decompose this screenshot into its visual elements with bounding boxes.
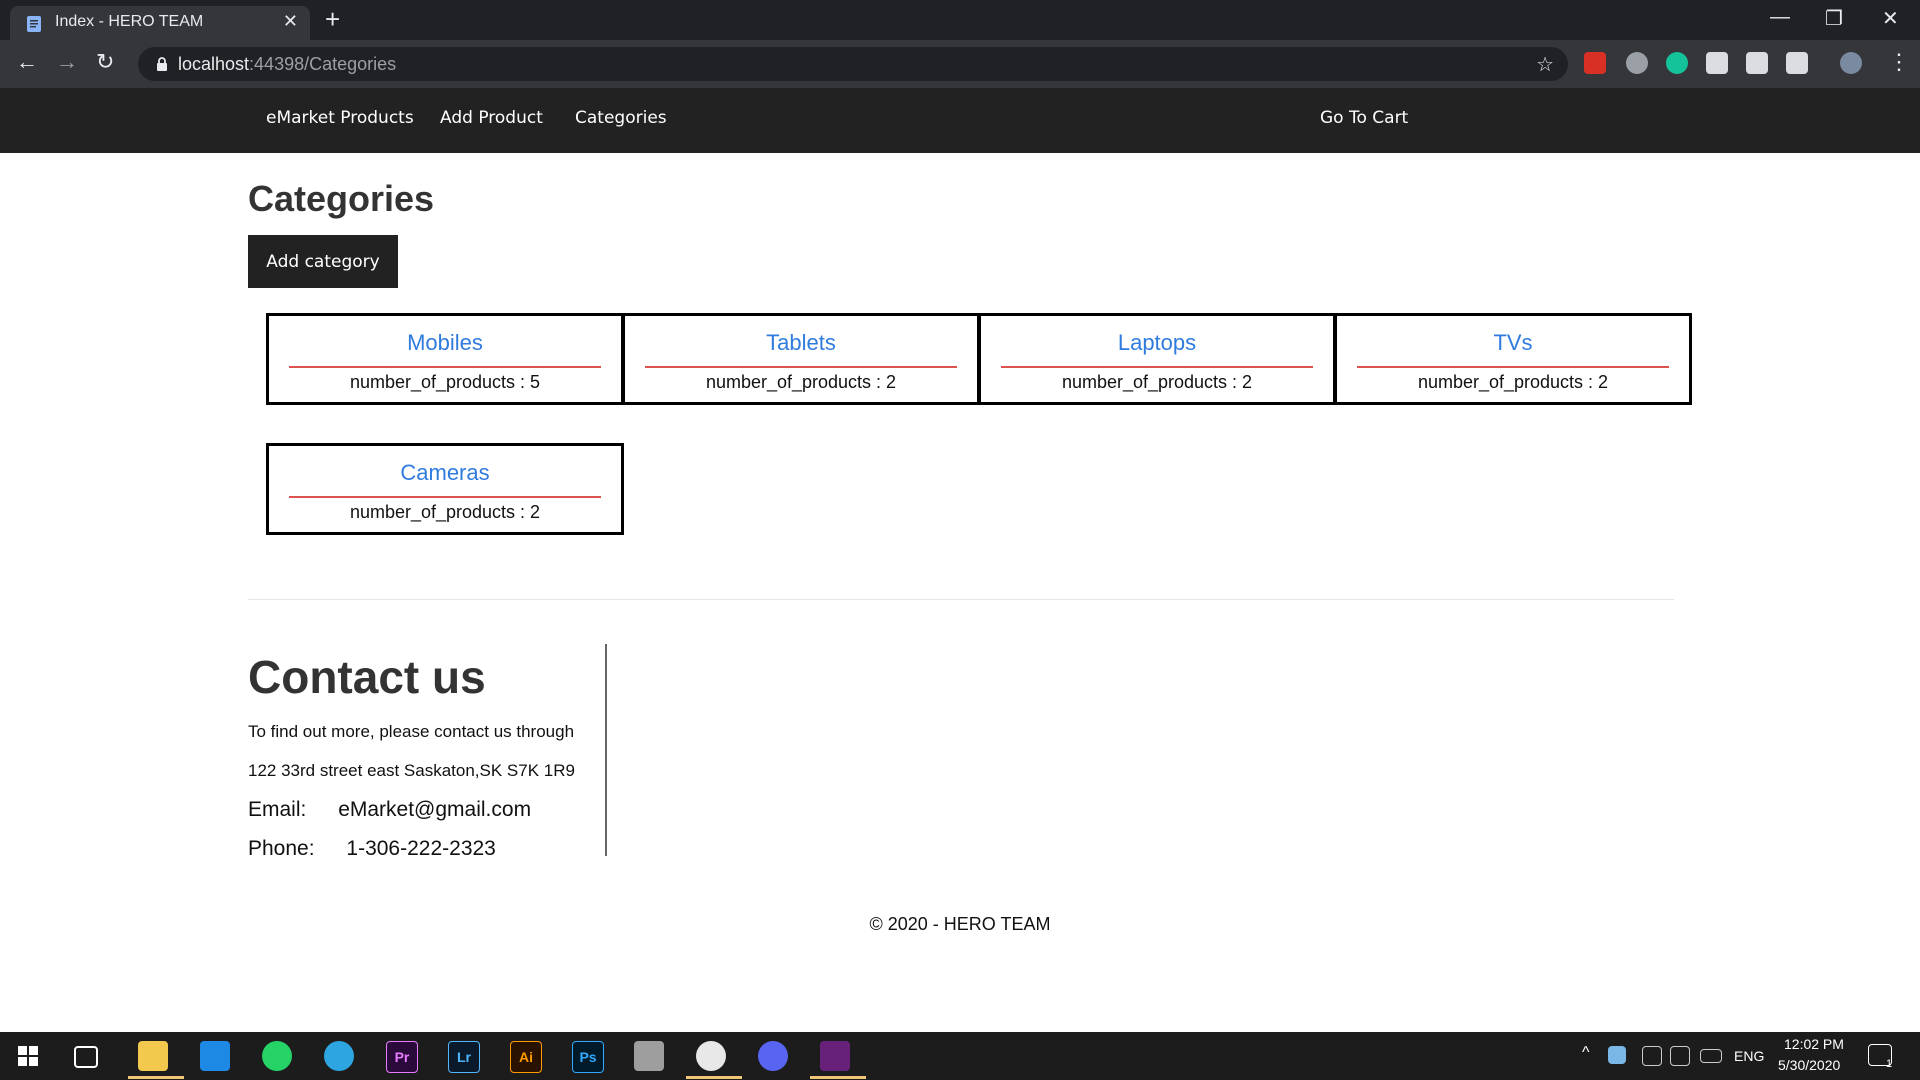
bookmark-star-icon[interactable]: ☆: [1536, 52, 1554, 77]
url-host: localhost: [178, 54, 250, 74]
clock-time[interactable]: 12:02 PM: [1784, 1036, 1844, 1052]
footer-copyright: © 2020 - HERO TEAM: [869, 914, 1051, 934]
app-shield-icon[interactable]: [634, 1041, 664, 1071]
window-close-icon[interactable]: ✕: [1882, 6, 1899, 31]
category-product-count: number_of_products : 2: [349, 502, 541, 522]
windows-start-icon[interactable]: [18, 1046, 38, 1066]
category-card-tvs[interactable]: TVs number_of_products : 2: [1334, 313, 1692, 405]
visual-studio-icon[interactable]: [820, 1041, 850, 1071]
active-indicator: [686, 1076, 742, 1079]
tray-chevron-icon[interactable]: ^: [1582, 1044, 1590, 1062]
profile-avatar[interactable]: [1840, 52, 1862, 74]
category-name[interactable]: Laptops: [981, 330, 1333, 356]
category-name[interactable]: Cameras: [269, 460, 621, 486]
extension-card-icon[interactable]: [1706, 52, 1728, 74]
category-name[interactable]: TVs: [1337, 330, 1689, 356]
new-tab-button[interactable]: +: [325, 5, 340, 33]
category-card-laptops[interactable]: Laptops number_of_products : 2: [978, 313, 1336, 405]
grammarly-icon[interactable]: [1666, 52, 1688, 74]
browser-tab[interactable]: Index - HERO TEAM ✕: [10, 6, 310, 40]
battery-icon[interactable]: [1700, 1049, 1722, 1063]
contact-intro: To find out more, please contact us thro…: [248, 722, 575, 741]
address-bar[interactable]: localhost:44398/Categories ☆: [138, 47, 1568, 81]
language-indicator[interactable]: ENG: [1734, 1048, 1764, 1064]
lightroom-icon[interactable]: Lr: [448, 1041, 480, 1073]
category-card-mobiles[interactable]: Mobiles number_of_products : 5: [266, 313, 624, 405]
illustrator-icon[interactable]: Ai: [510, 1041, 542, 1073]
file-explorer-icon[interactable]: [138, 1041, 168, 1071]
nav-go-to-cart[interactable]: Go To Cart: [1320, 108, 1408, 128]
camera-extension-icon[interactable]: [1746, 52, 1768, 74]
category-card-tablets[interactable]: Tablets number_of_products : 2: [622, 313, 980, 405]
category-product-count: number_of_products : 2: [1417, 372, 1609, 392]
tray-app-icon[interactable]: [1608, 1046, 1626, 1064]
task-view-icon[interactable]: [74, 1046, 98, 1068]
chrome-icon[interactable]: [696, 1041, 726, 1071]
category-divider: [289, 496, 601, 498]
category-product-count: number_of_products : 5: [349, 372, 541, 392]
browser-tabstrip: Index - HERO TEAM ✕ + — ❐ ✕: [0, 0, 1920, 40]
category-divider: [1357, 366, 1669, 368]
category-divider: [1001, 366, 1313, 368]
phone-label: Phone:: [248, 837, 315, 860]
contact-title: Contact us: [248, 651, 486, 703]
add-category-button[interactable]: Add category: [248, 235, 398, 288]
page-title: Categories: [248, 178, 435, 219]
category-name[interactable]: Mobiles: [269, 330, 621, 356]
contact-email-row: Email: eMarket@gmail.com: [248, 798, 531, 822]
tab-close-icon[interactable]: ✕: [283, 11, 298, 32]
email-value[interactable]: eMarket@gmail.com: [338, 798, 531, 821]
extension-chat-icon[interactable]: [1626, 52, 1648, 74]
whatsapp-icon[interactable]: [262, 1041, 292, 1071]
url-path: :44398/Categories: [249, 54, 397, 74]
back-icon[interactable]: ←: [16, 50, 38, 74]
contact-separator-line: [605, 644, 607, 856]
forward-icon[interactable]: →: [56, 50, 78, 74]
active-indicator: [810, 1076, 866, 1079]
category-divider: [289, 366, 601, 368]
reload-icon[interactable]: ↻: [96, 50, 114, 74]
extension-red-icon[interactable]: [1584, 52, 1606, 74]
phone-value: 1-306-222-2323: [346, 837, 496, 860]
browser-menu-icon[interactable]: ⋮: [1888, 50, 1910, 74]
category-divider: [645, 366, 957, 368]
page-icon: [27, 16, 41, 32]
category-product-count: number_of_products : 2: [705, 372, 897, 392]
contact-phone-row: Phone: 1-306-222-2323: [248, 837, 496, 861]
nav-add-product[interactable]: Add Product: [440, 108, 543, 128]
notification-count: 1: [1886, 1058, 1893, 1070]
browser-toolbar: ← → ↻ localhost:44398/Categories ☆ ⋮: [0, 40, 1920, 88]
url-text: localhost:44398/Categories: [178, 54, 396, 75]
active-indicator: [128, 1076, 184, 1079]
nav-emarket-products[interactable]: eMarket Products: [266, 108, 414, 128]
tab-title: Index - HERO TEAM: [55, 13, 204, 30]
site-navbar: eMarket Products Add Product Categories …: [0, 88, 1920, 153]
photoshop-icon[interactable]: Ps: [572, 1041, 604, 1073]
discord-icon[interactable]: [758, 1041, 788, 1071]
extension-bulb-icon[interactable]: [1786, 52, 1808, 74]
wifi-icon[interactable]: [1642, 1046, 1662, 1066]
category-product-count: number_of_products : 2: [1061, 372, 1253, 392]
category-name[interactable]: Tablets: [625, 330, 977, 356]
lock-icon: [157, 57, 167, 71]
email-label: Email:: [248, 798, 307, 821]
telegram-icon[interactable]: [324, 1041, 354, 1071]
content-divider: [248, 599, 1674, 600]
mail-icon[interactable]: [200, 1041, 230, 1071]
category-card-cameras[interactable]: Cameras number_of_products : 2: [266, 443, 624, 535]
contact-address: 122 33rd street east Saskaton,SK S7K 1R9: [248, 761, 575, 780]
nav-categories[interactable]: Categories: [575, 108, 667, 128]
volume-icon[interactable]: [1670, 1046, 1690, 1066]
minimize-icon[interactable]: —: [1770, 6, 1790, 29]
clock-date[interactable]: 5/30/2020: [1778, 1057, 1840, 1073]
premiere-icon[interactable]: Pr: [386, 1041, 418, 1073]
windows-taskbar: Pr Lr Ai Ps ^ ENG 12:02 PM 5/30/2020 1: [0, 1032, 1920, 1080]
restore-icon[interactable]: ❐: [1825, 6, 1843, 31]
